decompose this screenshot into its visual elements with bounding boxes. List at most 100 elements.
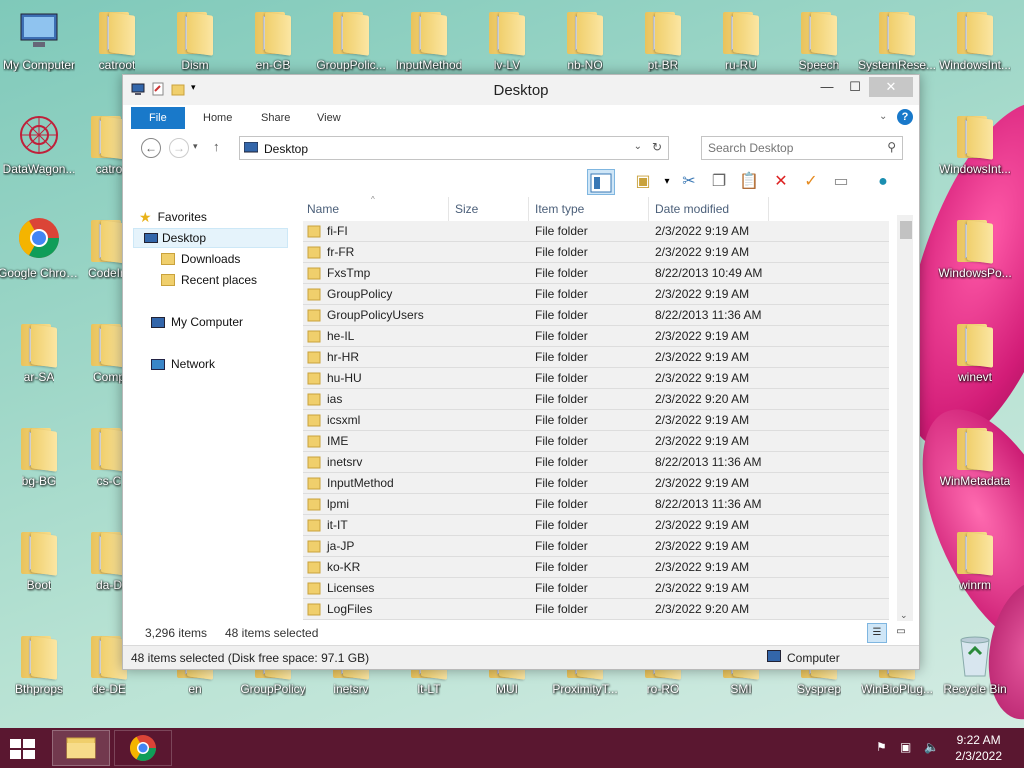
column-header-size[interactable]: Size — [451, 197, 529, 221]
maximize-button[interactable]: ☐ — [841, 77, 869, 97]
file-row[interactable]: fr-FR File folder 2/3/2022 9:19 AM — [303, 242, 889, 263]
delete-icon[interactable]: ✕ — [767, 169, 795, 195]
scrollbar-thumb[interactable] — [900, 221, 912, 239]
datawagon-icon — [15, 110, 63, 160]
paste-icon[interactable]: 📋 — [735, 169, 763, 195]
close-button[interactable]: ✕ — [869, 77, 913, 97]
start-button[interactable] — [8, 736, 38, 762]
file-row[interactable]: fi-FI File folder 2/3/2022 9:19 AM — [303, 221, 889, 242]
file-row[interactable]: hr-HR File folder 2/3/2022 9:19 AM — [303, 347, 889, 368]
command-toolbar: ▣ ▾ ✂ ❐ 📋 ✕ ✓ ▭ ● — [131, 167, 913, 197]
details-view-icon[interactable]: ☰ — [867, 623, 887, 643]
explorer-window[interactable]: ▾ Desktop — ☐ ✕ File Home Share View ⌄ ?… — [122, 74, 920, 670]
check-icon[interactable]: ✓ — [797, 169, 825, 195]
file-row[interactable]: GroupPolicyUsers File folder 8/22/2013 11:… — [303, 305, 889, 326]
rename-icon[interactable]: ▭ — [827, 169, 855, 195]
address-dropdown-icon[interactable]: ⌄ — [634, 141, 642, 152]
nav-desktop[interactable]: Desktop — [133, 228, 288, 248]
file-type: File folder — [535, 497, 588, 511]
file-row[interactable]: hu-HU File folder 2/3/2022 9:19 AM — [303, 368, 889, 389]
file-name: icsxml — [327, 413, 361, 427]
globe-icon[interactable]: ● — [869, 169, 897, 195]
file-list[interactable]: Name ^ Size Item type Date modified fi-F… — [303, 195, 895, 621]
desktop-icon-item[interactable]: Recycle Bin — [934, 624, 1016, 710]
nav-my-computer[interactable]: My Computer — [151, 312, 243, 332]
desktop-icon-label: MUI — [496, 682, 518, 696]
volume-muted-icon[interactable]: 🔈 — [924, 740, 940, 756]
desktop-icon-label: de-DE — [91, 682, 126, 696]
column-header-item-type[interactable]: Item type — [531, 197, 649, 221]
copy-icon[interactable]: ❐ — [705, 169, 733, 195]
folder-icon — [957, 116, 993, 160]
tab-file[interactable]: File — [131, 107, 185, 129]
desktop-icon-item[interactable]: WinMetadata — [934, 416, 1016, 502]
nav-recent-places[interactable]: Recent places — [161, 270, 257, 290]
network-status-icon[interactable]: ▣ — [900, 740, 916, 756]
large-icons-view-icon[interactable]: ▭ — [891, 623, 911, 643]
file-row[interactable]: Licenses File folder 2/3/2022 9:19 AM — [303, 578, 889, 599]
cut-icon[interactable]: ✂ — [675, 169, 703, 195]
search-input[interactable] — [708, 140, 878, 156]
forward-button[interactable]: → — [169, 138, 189, 158]
file-row[interactable]: icsxml File folder 2/3/2022 9:19 AM — [303, 410, 889, 431]
file-explorer-taskbar-button[interactable] — [52, 730, 110, 766]
file-row[interactable]: ja-JP File folder 2/3/2022 9:19 AM — [303, 536, 889, 557]
file-row[interactable]: lpmi File folder 8/22/2013 11:36 AM — [303, 494, 889, 515]
refresh-icon[interactable]: ↻ — [652, 140, 662, 154]
file-row[interactable]: ko-KR File folder 2/3/2022 9:19 AM — [303, 557, 889, 578]
column-header-name[interactable]: Name — [303, 197, 449, 221]
clock-date: 2/3/2022 — [955, 749, 1002, 763]
scroll-down-icon[interactable]: ⌄ — [900, 610, 908, 621]
file-name: LogFiles — [327, 602, 373, 616]
tab-share[interactable]: Share — [247, 107, 304, 129]
search-icon: ⚲ — [887, 140, 896, 154]
file-row[interactable]: FxsTmp File folder 8/22/2013 10:49 AM — [303, 263, 889, 284]
file-row[interactable]: IME File folder 2/3/2022 9:19 AM — [303, 431, 889, 452]
action-center-flag-icon[interactable]: ⚑ — [876, 740, 892, 756]
file-row[interactable]: ias File folder 2/3/2022 9:20 AM — [303, 389, 889, 410]
folder-icon — [957, 428, 993, 472]
preview-pane-icon[interactable] — [587, 169, 615, 195]
desktop-icon-item[interactable]: winrm — [934, 520, 1016, 606]
desktop-icon-item[interactable]: WindowsInt... — [934, 104, 1016, 190]
desktop-icon-item[interactable]: WindowsInt... — [934, 0, 1016, 86]
tab-home[interactable]: Home — [189, 107, 246, 129]
recent-locations-icon[interactable]: ▾ — [193, 141, 198, 152]
search-box[interactable]: ⚲ — [701, 136, 903, 160]
address-bar[interactable]: Desktop ⌄ ↻ — [239, 136, 669, 160]
desktop-icon-item[interactable]: winevt — [934, 312, 1016, 398]
chrome-taskbar-button[interactable] — [114, 730, 172, 766]
help-icon[interactable]: ? — [897, 109, 913, 125]
file-date: 8/22/2013 11:36 AM — [655, 455, 762, 469]
back-button[interactable]: ← — [141, 138, 161, 158]
ribbon-expand-icon[interactable]: ⌄ — [879, 111, 887, 122]
file-row[interactable]: GroupPolicy File folder 2/3/2022 9:19 AM — [303, 284, 889, 305]
column-header-date-modified[interactable]: Date modified — [651, 197, 769, 221]
up-button[interactable]: ↑ — [213, 139, 220, 154]
vertical-scrollbar[interactable]: ⌄ — [897, 215, 913, 621]
file-row[interactable]: he-IL File folder 2/3/2022 9:19 AM — [303, 326, 889, 347]
desktop-icon-label: Speech — [798, 58, 840, 72]
desktop-icon-label: Sysprep — [796, 682, 842, 696]
window-title: Desktop — [493, 82, 549, 99]
file-row[interactable]: inetsrv File folder 8/22/2013 11:36 AM — [303, 452, 889, 473]
folder-icon — [307, 309, 321, 322]
tab-view[interactable]: View — [303, 107, 355, 129]
minimize-button[interactable]: — — [813, 77, 841, 97]
title-bar[interactable]: ▾ Desktop — ☐ ✕ — [123, 75, 919, 105]
desktop-icon-item[interactable]: WindowsPo... — [934, 208, 1016, 294]
nav-downloads[interactable]: Downloads — [161, 249, 240, 269]
nav-favorites[interactable]: ★ Favorites — [139, 207, 207, 227]
folder-icon — [307, 582, 321, 595]
file-row[interactable]: LogFiles File folder 2/3/2022 9:20 AM — [303, 599, 889, 620]
file-row[interactable]: it-IT File folder 2/3/2022 9:19 AM — [303, 515, 889, 536]
desktop-icon-label: lt-LT — [417, 682, 441, 696]
recent-places-icon — [161, 274, 175, 286]
window-controls: — ☐ ✕ — [813, 77, 913, 97]
desktop-icon-item[interactable]: My Computer — [0, 0, 80, 86]
clock[interactable]: 9:22 AM 2/3/2022 — [955, 732, 1002, 764]
folder-icon — [177, 12, 213, 56]
desktop-icon-label: en-GB — [255, 58, 291, 72]
nav-network[interactable]: Network — [151, 354, 215, 374]
file-row[interactable]: InputMethod File folder 2/3/2022 9:19 AM — [303, 473, 889, 494]
